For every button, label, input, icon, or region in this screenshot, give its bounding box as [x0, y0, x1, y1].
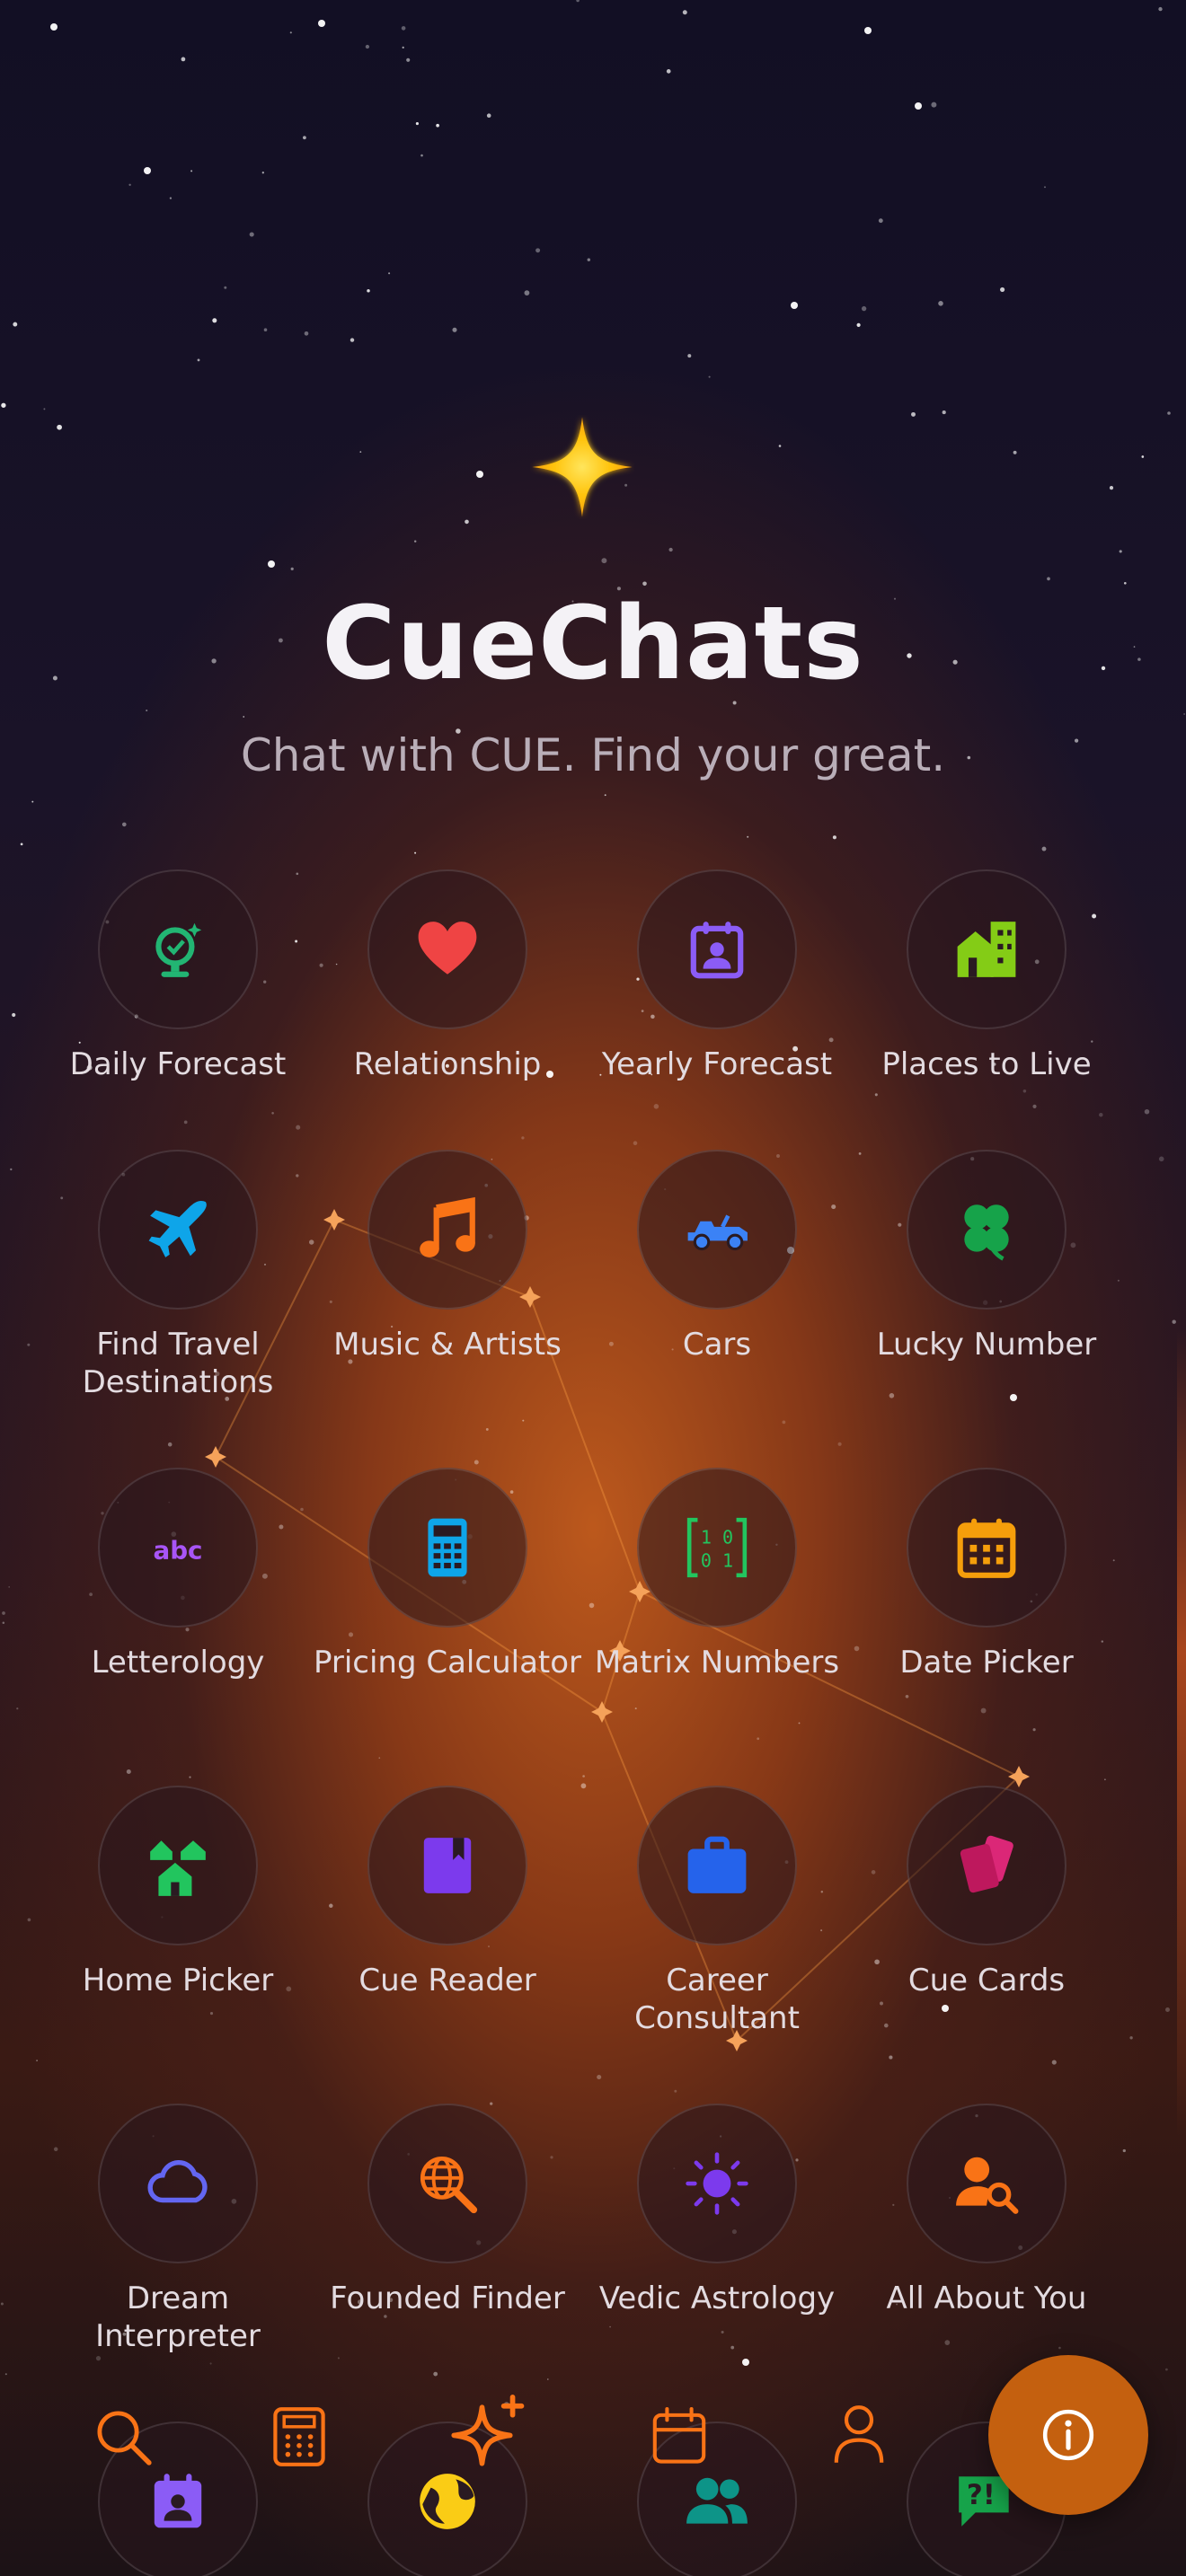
feature-cars[interactable]: Cars: [582, 1150, 852, 1363]
feature-label: All About You: [886, 2280, 1087, 2316]
svg-text:abc: abc: [153, 1535, 202, 1565]
feature-icon-circle[interactable]: [367, 1468, 527, 1628]
feature-label: Places to Live: [881, 1046, 1092, 1082]
music-note-icon: [420, 1196, 475, 1257]
feature-relationship[interactable]: Relationship: [313, 869, 582, 1083]
feature-label: Letterology: [91, 1645, 265, 1681]
feature-label: Cars: [682, 1327, 752, 1363]
app-tagline: Chat with CUE. Find your great.: [240, 729, 946, 781]
feature-icon-circle[interactable]: [98, 869, 258, 1029]
cards-icon: [960, 1835, 1013, 1893]
calendar-icon[interactable]: [651, 2405, 708, 2466]
svg-text:0 1: 0 1: [701, 1550, 733, 1572]
feature-daily-forecast[interactable]: Daily Forecast: [43, 869, 313, 1083]
edge-glow-decoration: [1177, 1329, 1186, 2138]
feature-vedic-astrology[interactable]: Vedic Astrology: [582, 2104, 852, 2317]
feature-music-artists[interactable]: Music & Artists: [313, 1150, 582, 1363]
profile-icon[interactable]: [832, 2404, 886, 2466]
home-screen: CueChats Chat with CUE. Find your great.…: [0, 0, 1186, 2576]
feature-icon-circle[interactable]: [367, 1786, 527, 1945]
feature-matrix-numbers[interactable]: 1 0 0 1 Matrix Numbers: [582, 1468, 852, 1681]
svg-text:1 0: 1 0: [701, 1526, 733, 1548]
feature-label: Date Picker: [899, 1645, 1074, 1681]
globe-search-icon: [420, 2156, 478, 2214]
feature-label: Daily Forecast: [69, 1046, 287, 1082]
feature-icon-circle[interactable]: [637, 2104, 797, 2263]
feature-icon-circle[interactable]: [98, 1150, 258, 1310]
feature-label: Matrix Numbers: [594, 1645, 840, 1681]
calculator-icon: [428, 1518, 467, 1577]
feature-icon-circle[interactable]: [907, 1150, 1067, 1310]
feature-cue-cards[interactable]: Cue Cards: [852, 1786, 1121, 1999]
feature-founded-finder[interactable]: Founded Finder: [313, 2104, 582, 2317]
feature-icon-circle[interactable]: [907, 869, 1067, 1029]
feature-career-consultant[interactable]: Career Consultant: [582, 1786, 852, 2037]
matrix-icon: 1 0 0 1: [686, 1517, 748, 1578]
feature-icon-circle[interactable]: 1 0 0 1: [637, 1468, 797, 1628]
feature-label: Career Consultant: [634, 1963, 800, 2036]
feature-label: Relationship: [353, 1046, 542, 1082]
calculator-nav-icon[interactable]: [271, 2405, 327, 2468]
search-icon[interactable]: [93, 2407, 153, 2466]
feature-dream-interpreter[interactable]: Dream Interpreter: [43, 2104, 313, 2355]
feature-icon-circle[interactable]: [98, 1786, 258, 1945]
feature-label: Dream Interpreter: [95, 2280, 261, 2354]
feature-label: Music & Artists: [333, 1327, 562, 1363]
sparkles-icon[interactable]: [451, 2395, 528, 2474]
feature-label: Pricing Calculator: [313, 1645, 582, 1681]
feature-lucky-number[interactable]: Lucky Number: [852, 1150, 1121, 1363]
buildings-icon: [957, 922, 1016, 977]
feature-cue-reader[interactable]: Cue Reader: [313, 1786, 582, 1999]
feature-icon-circle[interactable]: [637, 1150, 797, 1310]
feature-label: Find Travel Destinations: [82, 1327, 274, 1400]
feature-icon-circle[interactable]: [367, 2104, 527, 2263]
feature-icon-circle[interactable]: [907, 1786, 1067, 1945]
feature-icon-circle[interactable]: [637, 869, 797, 1029]
feature-places-to-live[interactable]: Places to Live: [852, 869, 1121, 1083]
feature-label: Founded Finder: [330, 2280, 565, 2316]
feature-pricing-calculator[interactable]: Pricing Calculator: [313, 1468, 582, 1681]
book-icon: [423, 1838, 472, 1893]
feature-yearly-forecast[interactable]: Yearly Forecast: [582, 869, 852, 1083]
airplane-icon: [148, 1200, 207, 1257]
feature-icon-circle[interactable]: [637, 1786, 797, 1945]
feature-home-picker[interactable]: Home Picker: [43, 1786, 313, 1999]
homes-icon: [150, 1840, 206, 1896]
feature-icon-circle[interactable]: abc: [98, 1468, 258, 1628]
info-fab-button[interactable]: [988, 2355, 1148, 2515]
feature-icon-circle[interactable]: [367, 1150, 527, 1310]
person-search-icon: [956, 2157, 1019, 2214]
app-title: CueChats: [322, 586, 864, 702]
feature-date-picker[interactable]: Date Picker: [852, 1468, 1121, 1681]
feature-icon-circle[interactable]: [367, 869, 527, 1029]
briefcase-icon: [687, 1836, 747, 1893]
feature-label: Yearly Forecast: [601, 1046, 833, 1082]
feature-icon-circle[interactable]: [98, 2104, 258, 2263]
car-icon: [687, 1214, 748, 1251]
feature-label: Cue Reader: [358, 1963, 536, 1998]
feature-label: Home Picker: [82, 1963, 274, 1998]
info-icon: [1042, 2409, 1094, 2461]
feature-label: Lucky Number: [876, 1327, 1097, 1363]
cloud-icon: [147, 2160, 208, 2203]
calendar-grid-icon: [957, 1518, 1016, 1578]
feature-label: Cue Cards: [907, 1963, 1066, 1998]
feature-letterology[interactable]: abc Letterology: [43, 1468, 313, 1681]
feature-all-about-you[interactable]: All About You: [852, 2104, 1121, 2317]
feature-label: Vedic Astrology: [598, 2280, 836, 2316]
feature-icon-circle[interactable]: [907, 1468, 1067, 1628]
abc-icon: abc: [153, 1535, 202, 1565]
sparkle-logo-icon: [532, 417, 633, 517]
heart-icon: [418, 922, 477, 975]
clover-icon: [964, 1204, 1009, 1261]
sun-icon: [686, 2152, 748, 2215]
feature-icon-circle[interactable]: [907, 2104, 1067, 2263]
calendar-person-icon: [690, 922, 744, 979]
feature-find-travel-destinations[interactable]: Find Travel Destinations: [43, 1150, 313, 1401]
daily-forecast-icon: [155, 922, 202, 977]
